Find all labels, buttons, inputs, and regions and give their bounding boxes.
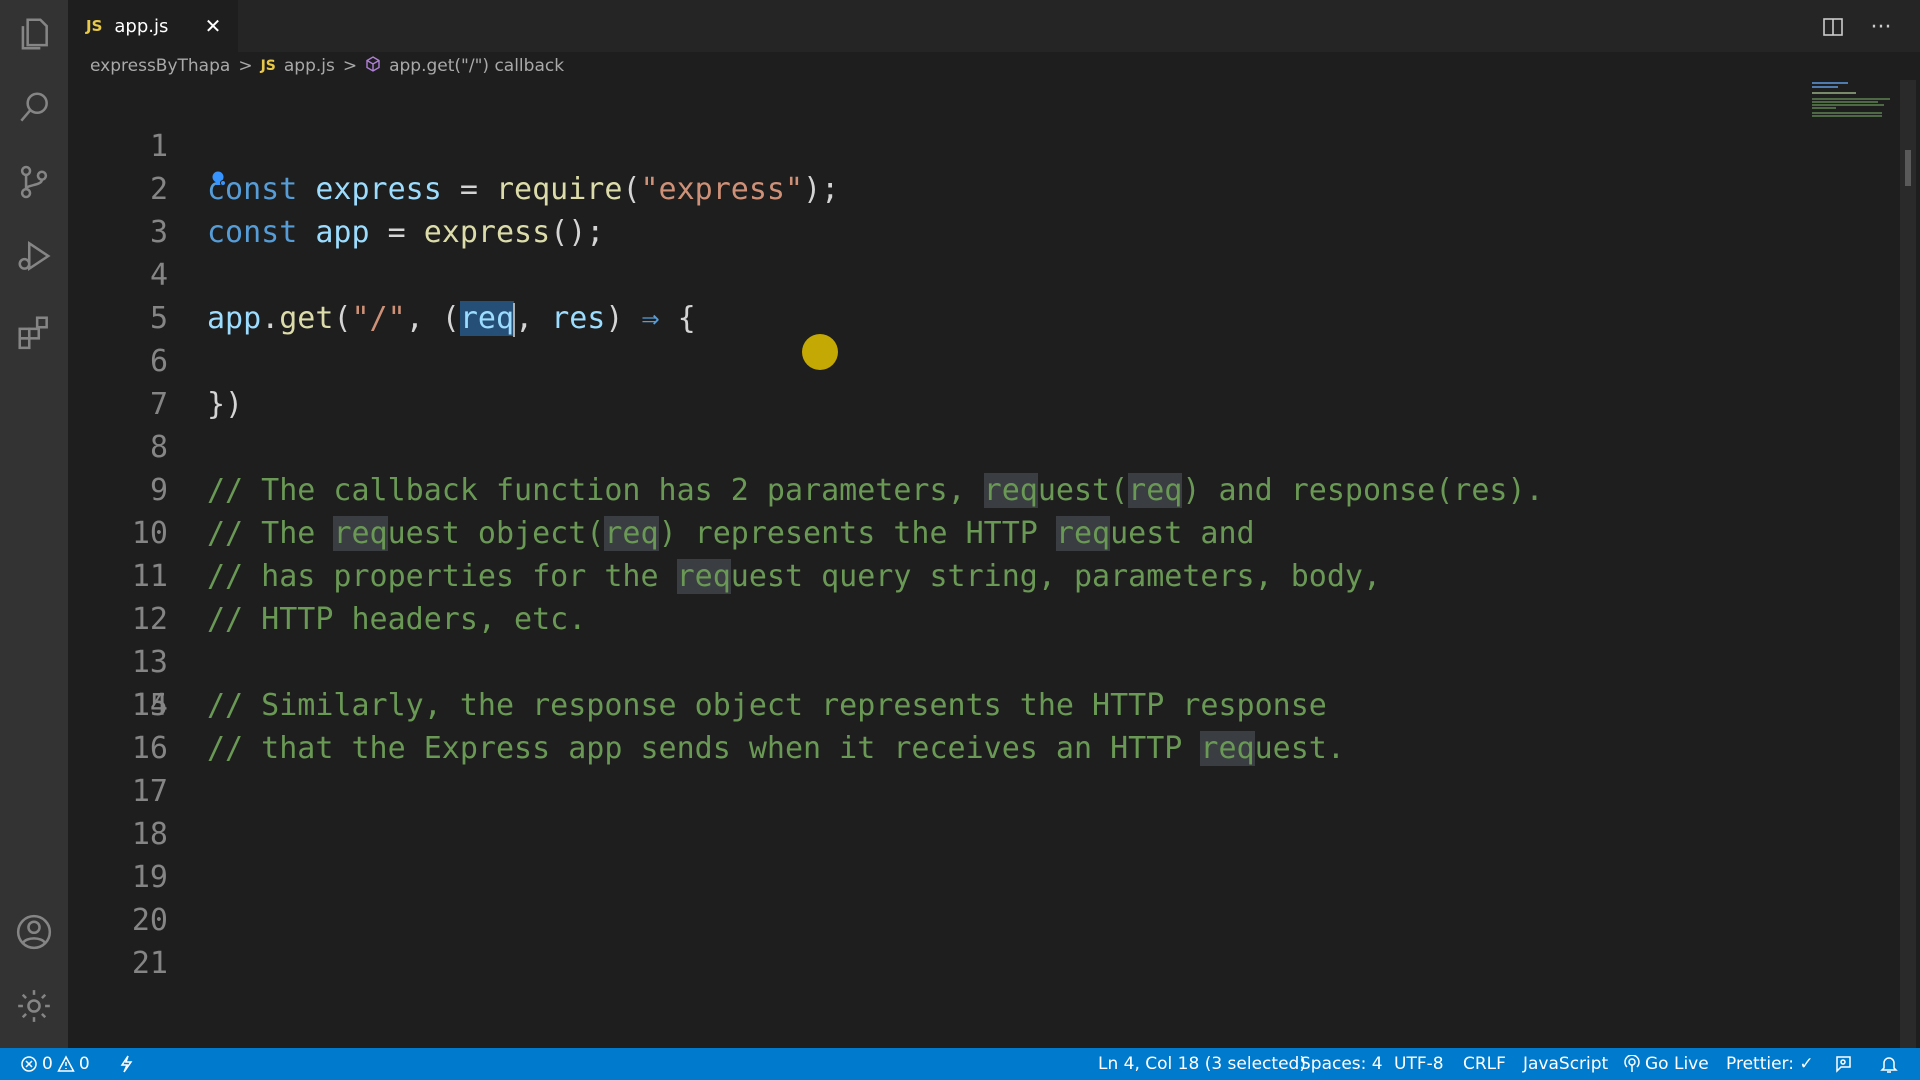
line-number: 21 bbox=[131, 946, 168, 981]
encoding[interactable]: UTF-8 bbox=[1394, 1048, 1444, 1080]
golive-icon bbox=[1624, 1055, 1640, 1072]
cursor-position[interactable]: Ln 4, Col 18 (3 selected) bbox=[1098, 1048, 1306, 1080]
line-ending[interactable]: CRLF bbox=[1463, 1048, 1506, 1080]
code-line: 12 bbox=[68, 555, 1898, 637]
minimap[interactable] bbox=[1812, 80, 1892, 120]
code-line: 19 bbox=[68, 856, 1898, 899]
scrollbar-thumb[interactable] bbox=[1905, 150, 1911, 186]
feedback-icon[interactable] bbox=[1834, 1048, 1854, 1080]
code-line: 5 bbox=[68, 254, 1898, 336]
breadcrumb-folder[interactable]: expressByThapa bbox=[90, 56, 230, 76]
more-actions-icon[interactable]: ··· bbox=[1866, 12, 1896, 42]
breadcrumb-separator: > bbox=[238, 56, 253, 76]
error-icon bbox=[21, 1056, 37, 1072]
error-count: 0 bbox=[42, 1054, 53, 1074]
settings-gear-icon[interactable] bbox=[0, 972, 68, 1040]
line-number: 18 bbox=[131, 817, 168, 852]
line-number: 15 bbox=[131, 688, 168, 723]
remote-icon[interactable] bbox=[118, 1048, 134, 1080]
line-number: 20 bbox=[131, 903, 168, 938]
split-editor-icon[interactable] bbox=[1818, 12, 1848, 42]
breadcrumb: expressByThapa > JS app.js > app.get("/"… bbox=[90, 54, 564, 78]
code-line: 8 // The callback function has 2 paramet… bbox=[68, 383, 1898, 508]
code-line: 11 // HTTP headers, etc. bbox=[68, 512, 1898, 637]
breadcrumb-symbol[interactable]: app.get("/") callback bbox=[389, 56, 564, 76]
account-icon[interactable] bbox=[0, 898, 68, 966]
tab-label: app.js bbox=[114, 15, 169, 37]
extensions-icon[interactable] bbox=[0, 298, 68, 366]
search-icon[interactable] bbox=[0, 74, 68, 142]
code-line: 2 const app = express(); bbox=[68, 125, 1898, 250]
source-control-icon[interactable] bbox=[0, 148, 68, 216]
js-file-icon: JS bbox=[260, 58, 276, 74]
code-line: 17 bbox=[68, 770, 1898, 813]
tab-bar: JS app.js ✕ ··· bbox=[68, 0, 1920, 52]
problems-indicator[interactable]: 0 0 bbox=[20, 1048, 90, 1080]
code-line: 4 app.get("/", (req, res) ⇒ { bbox=[68, 211, 1898, 337]
code-line: 21 bbox=[68, 942, 1898, 985]
language-mode[interactable]: JavaScript bbox=[1523, 1048, 1608, 1080]
bell-icon[interactable] bbox=[1880, 1048, 1898, 1080]
lightbulb-icon[interactable] bbox=[211, 170, 227, 188]
tab-app-js[interactable]: JS app.js ✕ bbox=[68, 0, 238, 52]
code-editor[interactable]: 1 const express = require("express"); 2 … bbox=[68, 82, 1898, 1048]
code-line: 1 const express = require("express"); bbox=[68, 82, 1898, 207]
code-line: 6 }) bbox=[68, 297, 1898, 422]
code-line: 18 bbox=[68, 813, 1898, 856]
prettier-status[interactable]: Prettier: ✓ bbox=[1726, 1048, 1814, 1080]
line-number: 19 bbox=[131, 860, 168, 895]
code-line: 7 bbox=[68, 340, 1898, 422]
indentation[interactable]: Spaces: 4 bbox=[1300, 1048, 1383, 1080]
run-debug-icon[interactable] bbox=[0, 222, 68, 290]
breadcrumb-separator: > bbox=[342, 56, 358, 76]
explorer-icon[interactable] bbox=[0, 0, 68, 68]
code-line: 15 bbox=[68, 684, 1898, 727]
close-icon[interactable]: ✕ bbox=[200, 13, 226, 39]
warning-count: 0 bbox=[78, 1054, 90, 1074]
line-number: 16 bbox=[131, 731, 168, 766]
warning-icon bbox=[57, 1055, 75, 1072]
js-file-icon: JS bbox=[86, 17, 103, 35]
code-line: 14 // that the Express app sends when it… bbox=[68, 641, 1898, 766]
line-number: 17 bbox=[131, 774, 168, 809]
symbol-method-icon bbox=[365, 55, 381, 77]
code-line: 16 bbox=[68, 727, 1898, 770]
mouse-cursor-highlight bbox=[802, 334, 838, 370]
status-bar: 0 0 Ln 4, Col 18 (3 selected) Spaces: 4 … bbox=[0, 1048, 1920, 1080]
code-line: 9 // The request object(req) represents … bbox=[68, 426, 1898, 551]
code-line: 10 // has properties for the request que… bbox=[68, 469, 1898, 594]
go-live-button[interactable]: Go Live bbox=[1624, 1048, 1709, 1080]
go-live-label: Go Live bbox=[1645, 1054, 1709, 1074]
code-line: 3 bbox=[68, 168, 1898, 250]
vertical-scrollbar[interactable] bbox=[1900, 80, 1916, 1048]
breadcrumb-file[interactable]: app.js bbox=[284, 56, 335, 76]
code-line: 13 // Similarly, the response object rep… bbox=[68, 598, 1898, 723]
activity-bar bbox=[0, 0, 68, 1048]
code-line: 20 bbox=[68, 899, 1898, 942]
